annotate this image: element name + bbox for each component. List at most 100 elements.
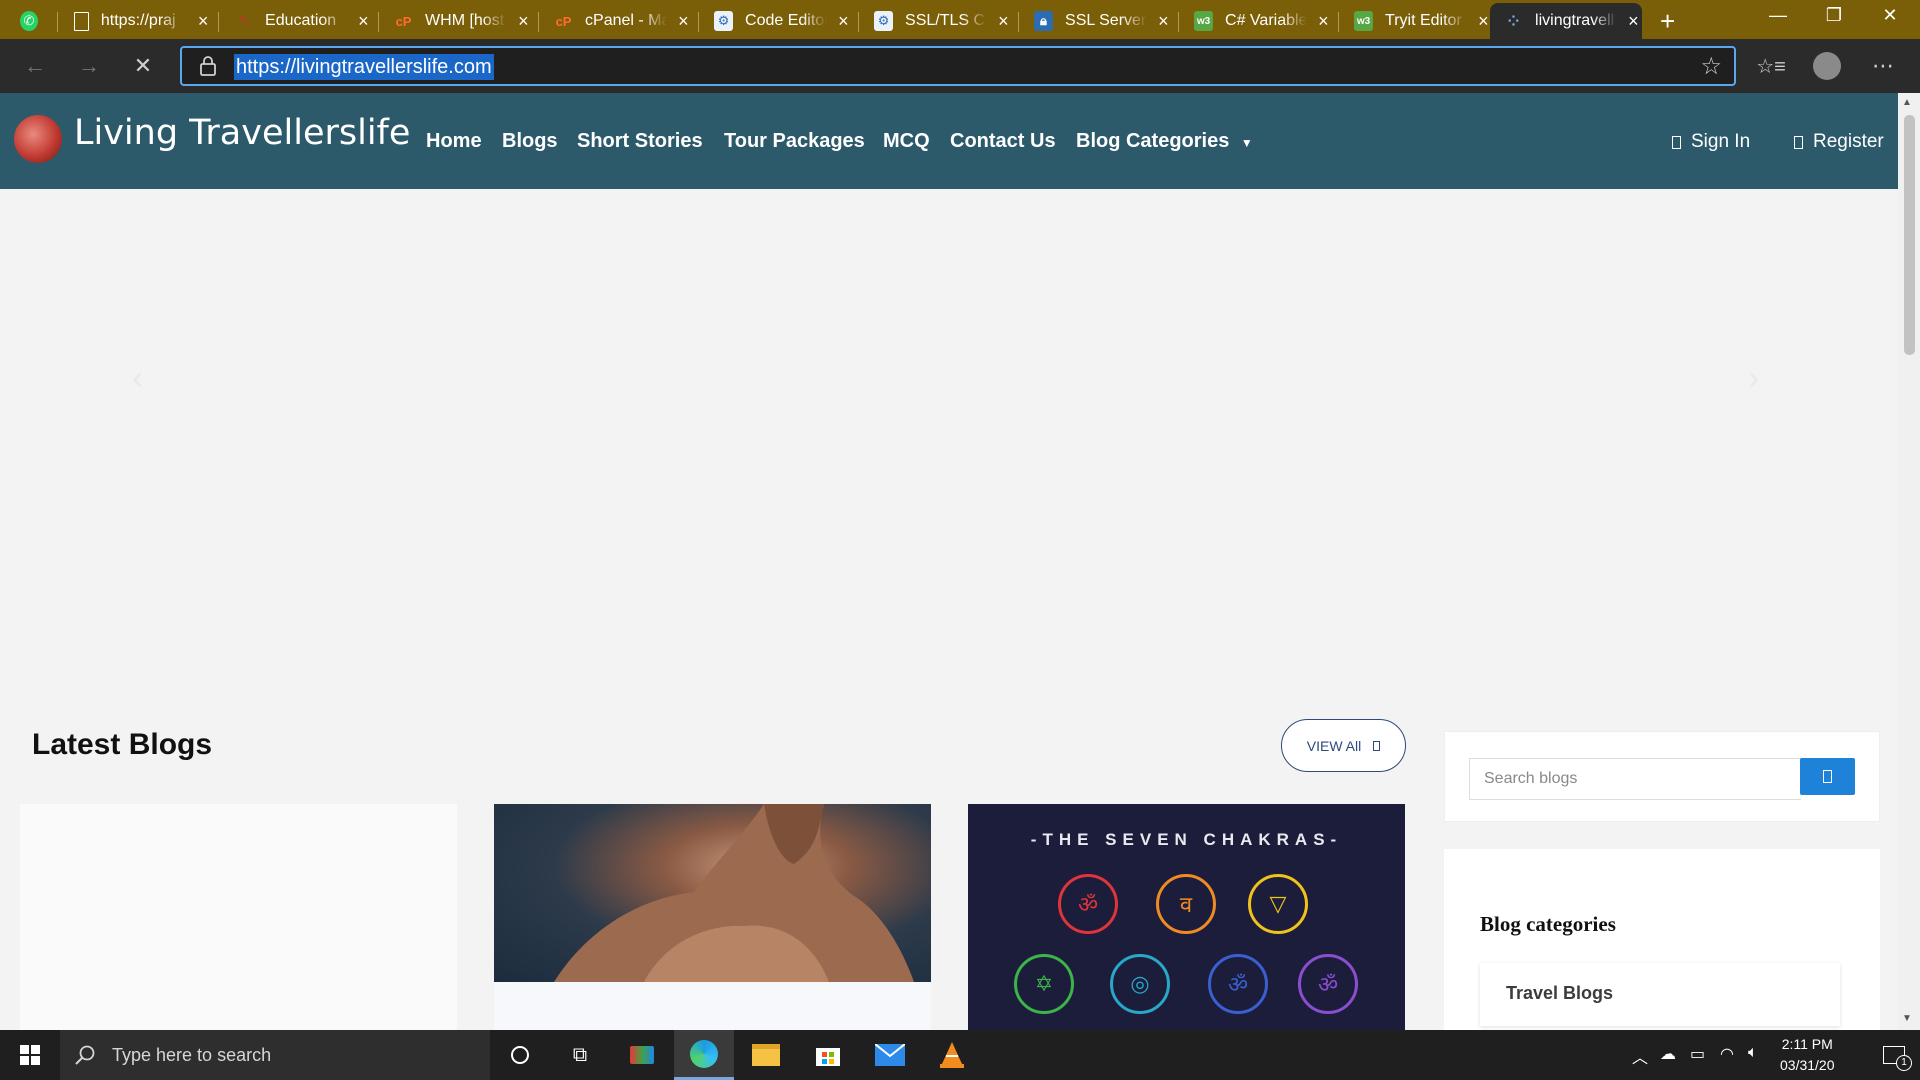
windows-taskbar: Type here to search ⧉ ︿ ☁ ▭ ◠ 🔈︎ 2:11 PM… (0, 1030, 1920, 1080)
onedrive-icon[interactable]: ☁ (1660, 1044, 1676, 1064)
tab-8[interactable]: w3 C# Variable × (1180, 3, 1332, 39)
task-view-icon[interactable]: ⧉ (550, 1030, 610, 1080)
tab-7[interactable]: 🔒︎ SSL Server × (1020, 3, 1172, 39)
tab-2[interactable]: ✎ Education × (220, 3, 372, 39)
profile-avatar[interactable] (1808, 47, 1846, 85)
forward-button[interactable]: → (70, 47, 108, 85)
action-center-icon[interactable]: 1 (1868, 1030, 1920, 1080)
nav-tour-packages[interactable]: Tour Packages (724, 130, 865, 153)
tab-label: Code Editor (745, 12, 827, 29)
tab-separator (538, 12, 539, 32)
scroll-down-icon[interactable]: ▼ (1902, 1013, 1912, 1024)
favorite-star-icon[interactable]: ☆ (1700, 52, 1722, 81)
minimize-button[interactable]: — (1750, 0, 1806, 30)
carousel-prev-icon[interactable]: ‹ (132, 359, 143, 398)
close-icon[interactable]: × (995, 11, 1012, 32)
scroll-up-icon[interactable]: ▲ (1902, 97, 1912, 108)
tab-separator (57, 12, 58, 32)
tab-separator (858, 12, 859, 32)
tab-active[interactable]: ⁘ livingtravell × (1490, 3, 1642, 39)
nav-mcq[interactable]: MCQ (883, 130, 930, 153)
tab-label: livingtravell (1535, 12, 1615, 29)
cortana-icon[interactable] (490, 1030, 550, 1080)
nav-short-stories[interactable]: Short Stories (577, 130, 703, 153)
tab-whatsapp[interactable]: ✆ (8, 3, 50, 39)
sign-in-label: Sign In (1691, 131, 1751, 152)
new-tab-button[interactable]: + (1650, 3, 1690, 39)
notification-count: 1 (1896, 1055, 1912, 1071)
search-icon (75, 1045, 95, 1065)
close-icon[interactable]: × (1315, 11, 1332, 32)
lock-icon[interactable] (198, 55, 218, 77)
stop-loading-button[interactable]: ✕ (124, 47, 162, 85)
blog-card[interactable] (20, 804, 457, 1030)
file-explorer-icon[interactable] (736, 1030, 796, 1080)
app-icon[interactable] (612, 1030, 672, 1080)
root-chakra-icon: ॐ (1058, 874, 1118, 934)
mail-icon[interactable] (860, 1030, 920, 1080)
address-url[interactable]: https://livingtravellerslife.com (234, 54, 494, 80)
nav-blogs[interactable]: Blogs (502, 130, 558, 153)
taskbar-clock[interactable]: 2:11 PM 03/31/20 (1780, 1034, 1835, 1076)
close-window-button[interactable]: ✕ (1862, 0, 1918, 30)
site-brand[interactable]: Living Travellerslife (74, 113, 410, 153)
back-button[interactable]: ← (16, 47, 54, 85)
blog-card[interactable]: -THE SEVEN CHAKRAS- ॐ व ▽ ✡ ◎ ॐ ॐ (968, 804, 1405, 1030)
tab-separator (1178, 12, 1179, 32)
tab-separator (1338, 12, 1339, 32)
restore-button[interactable]: ❐ (1806, 0, 1862, 30)
sign-in-link[interactable]: Sign In (1672, 131, 1750, 153)
register-label: Register (1813, 131, 1884, 152)
vlc-icon[interactable] (922, 1030, 982, 1080)
search-icon (1823, 770, 1832, 783)
close-icon[interactable]: × (194, 11, 212, 32)
tab-3[interactable]: cP WHM [host × (380, 3, 532, 39)
crown-chakra-icon: ॐ (1298, 954, 1358, 1014)
tab-9[interactable]: w3 Tryit Editor × (1340, 3, 1492, 39)
tab-6[interactable]: ⚙ SSL/TLS Cer × (860, 3, 1012, 39)
close-icon[interactable]: × (675, 11, 692, 32)
favorites-icon[interactable]: ☆≡ (1752, 47, 1790, 85)
show-hidden-icons[interactable]: ︿ (1632, 1044, 1648, 1068)
tab-separator (698, 12, 699, 32)
search-blogs-input[interactable]: Search blogs (1469, 758, 1801, 800)
close-icon[interactable]: × (1625, 11, 1642, 32)
browser-tab-strip: ✆ https://praj × ✎ Education × cP WHM [h… (0, 0, 1920, 39)
tab-1[interactable]: https://praj × (60, 3, 212, 39)
windows-start-icon[interactable] (0, 1030, 60, 1080)
address-bar[interactable]: https://livingtravellerslife.com ☆ (180, 46, 1736, 86)
nav-blog-categories[interactable]: Blog Categories ▼ (1076, 130, 1253, 153)
wifi-icon[interactable]: ◠ (1720, 1044, 1734, 1064)
scrollbar-thumb[interactable] (1904, 115, 1915, 355)
category-label: Travel Blogs (1506, 983, 1614, 1003)
heart-chakra-icon: ✡ (1014, 954, 1074, 1014)
volume-icon[interactable]: 🔈︎ (1748, 1044, 1758, 1062)
tab-label: WHM [host (425, 12, 505, 29)
close-icon[interactable]: × (515, 11, 532, 32)
nav-home[interactable]: Home (426, 130, 482, 153)
close-icon[interactable]: × (835, 11, 852, 32)
cpanel-icon: cP (555, 13, 572, 29)
blog-card[interactable] (494, 804, 931, 1030)
close-icon[interactable]: × (1155, 11, 1172, 32)
tab-separator (378, 12, 379, 32)
tab-5[interactable]: ⚙ Code Editor × (700, 3, 852, 39)
nav-contact-us[interactable]: Contact Us (950, 130, 1056, 153)
battery-icon[interactable]: ▭ (1690, 1044, 1705, 1064)
latest-blogs-heading: Latest Blogs (32, 728, 213, 761)
close-icon[interactable]: × (355, 11, 372, 32)
category-item-travel-blogs[interactable]: Travel Blogs (1480, 963, 1840, 1026)
carousel-next-icon[interactable]: › (1748, 359, 1759, 398)
page-scrollbar[interactable]: ▲ ▼ (1898, 93, 1920, 1030)
logo-globe-icon[interactable] (14, 115, 62, 163)
code-icon: ⚙ (874, 11, 894, 31)
edge-browser-icon[interactable] (674, 1030, 734, 1080)
tab-4[interactable]: cP cPanel - Ma × (540, 3, 692, 39)
tab-separator (1018, 12, 1019, 32)
register-link[interactable]: Register (1794, 131, 1884, 153)
more-menu-icon[interactable]: ⋯ (1864, 47, 1902, 85)
microsoft-store-icon[interactable] (798, 1030, 858, 1080)
view-all-button[interactable]: VIEW All (1281, 719, 1406, 772)
search-button[interactable] (1800, 758, 1855, 795)
taskbar-search-box[interactable]: Type here to search (60, 1030, 490, 1080)
